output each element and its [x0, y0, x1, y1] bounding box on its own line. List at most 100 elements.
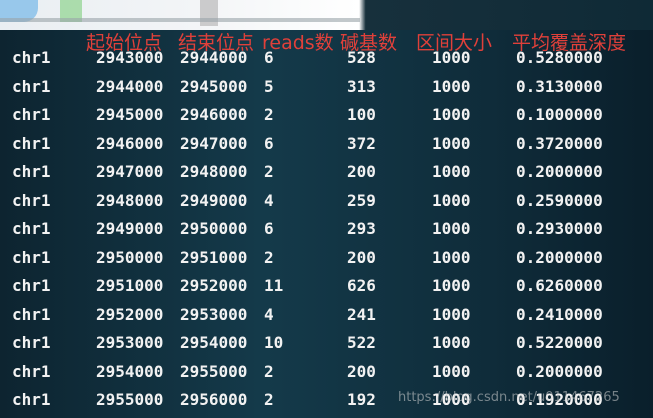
start-cell: 2949000	[96, 219, 164, 238]
start-cell: 2954000	[96, 361, 164, 381]
start-cell: 2946000	[96, 133, 164, 153]
end-cell: 2946000	[180, 105, 248, 124]
reads-cell: 5	[264, 76, 274, 96]
table-row: chr1 2948000 2949000 4 259 1000 0.2590000	[0, 187, 653, 215]
bases-cell: 372	[347, 133, 376, 153]
end-cell: 2950000	[180, 219, 248, 238]
coverage-cell: 0.2000000	[516, 361, 603, 381]
reads-cell: 2	[264, 162, 274, 181]
end-cell: 2948000	[180, 162, 248, 181]
bases-cell: 313	[347, 76, 376, 96]
bases-cell: 200	[347, 162, 376, 181]
coverage-cell: 0.5280000	[516, 48, 603, 67]
interval-cell: 1000	[432, 48, 471, 67]
reads-cell: 4	[264, 190, 274, 210]
table-row: chr1 2946000 2947000 6 372 1000 0.3720000	[0, 130, 653, 158]
interval-cell: 1000	[432, 304, 471, 324]
coverage-cell: 0.5220000	[516, 333, 603, 352]
bases-cell: 200	[347, 361, 376, 381]
table-row: chr1 2950000 2951000 2 200 1000 0.2000000	[0, 244, 653, 272]
interval-cell: 1000	[432, 333, 471, 352]
interval-cell: 1000	[432, 76, 471, 96]
end-cell: 2954000	[180, 333, 248, 352]
chrom-cell: chr1	[12, 48, 51, 67]
chrom-cell: chr1	[12, 304, 51, 324]
bases-cell: 192	[347, 390, 376, 409]
table-row: chr1 2943000 2944000 6 528 1000 0.5280000	[0, 44, 653, 72]
bases-cell: 293	[347, 219, 376, 238]
reads-cell: 2	[264, 105, 274, 124]
coverage-cell: 0.6260000	[516, 276, 603, 295]
interval-cell: 1000	[432, 105, 471, 124]
chrom-cell: chr1	[12, 133, 51, 153]
start-cell: 2955000	[96, 390, 164, 409]
table-row: chr1 2945000 2946000 2 100 1000 0.1000000	[0, 101, 653, 129]
coverage-cell: 0.1000000	[516, 105, 603, 124]
bases-cell: 626	[347, 276, 376, 295]
table-row: chr1 2954000 2955000 2 200 1000 0.2000000	[0, 358, 653, 386]
start-cell: 2952000	[96, 304, 164, 324]
bases-cell: 522	[347, 333, 376, 352]
start-cell: 2951000	[96, 276, 164, 295]
end-cell: 2952000	[180, 276, 248, 295]
coverage-cell: 0.2410000	[516, 304, 603, 324]
interval-cell: 1000	[432, 276, 471, 295]
reads-cell: 2	[264, 361, 274, 381]
start-cell: 2953000	[96, 333, 164, 352]
coverage-cell: 0.2000000	[516, 247, 603, 267]
chrom-cell: chr1	[12, 361, 51, 381]
bases-cell: 100	[347, 105, 376, 124]
interval-cell: 1000	[432, 361, 471, 381]
bases-cell: 200	[347, 247, 376, 267]
chrom-cell: chr1	[12, 219, 51, 238]
coverage-cell: 0.3720000	[516, 133, 603, 153]
interval-cell: 1000	[432, 133, 471, 153]
table-row: chr1 2951000 2952000 11 626 1000 0.6260000	[0, 272, 653, 300]
chrom-cell: chr1	[12, 333, 51, 352]
coverage-cell: 0.2590000	[516, 190, 603, 210]
coverage-cell: 0.2930000	[516, 219, 603, 238]
reads-cell: 11	[264, 276, 284, 295]
end-cell: 2947000	[180, 133, 248, 153]
start-cell: 2945000	[96, 105, 164, 124]
bases-cell: 259	[347, 190, 376, 210]
interval-cell: 1000	[432, 247, 471, 267]
table-row: chr1 2952000 2953000 4 241 1000 0.2410000	[0, 301, 653, 329]
table-row: chr1 2953000 2954000 10 522 1000 0.5220000	[0, 329, 653, 357]
start-cell: 2947000	[96, 162, 164, 181]
bases-cell: 241	[347, 304, 376, 324]
chrom-cell: chr1	[12, 162, 51, 181]
reads-cell: 6	[264, 48, 274, 67]
chrom-cell: chr1	[12, 76, 51, 96]
bases-cell: 528	[347, 48, 376, 67]
start-cell: 2943000	[96, 48, 164, 67]
table-row: chr1 2944000 2945000 5 313 1000 0.3130000	[0, 73, 653, 101]
reads-cell: 6	[264, 219, 274, 238]
chrom-cell: chr1	[12, 390, 51, 409]
chrom-cell: chr1	[12, 105, 51, 124]
interval-cell: 1000	[432, 219, 471, 238]
reads-cell: 2	[264, 247, 274, 267]
app-icon	[200, 0, 218, 26]
end-cell: 2953000	[180, 304, 248, 324]
table-row: chr1 2949000 2950000 6 293 1000 0.2930000	[0, 215, 653, 243]
end-cell: 2956000	[180, 390, 248, 409]
reads-cell: 10	[264, 333, 284, 352]
watermark: https://blog.csdn.net/u011467265	[398, 390, 620, 405]
end-cell: 2945000	[180, 76, 248, 96]
interval-cell: 1000	[432, 162, 471, 181]
divider	[0, 18, 360, 22]
interval-cell: 1000	[432, 190, 471, 210]
end-cell: 2944000	[180, 48, 248, 67]
reads-cell: 4	[264, 304, 274, 324]
end-cell: 2949000	[180, 190, 248, 210]
start-cell: 2950000	[96, 247, 164, 267]
start-cell: 2948000	[96, 190, 164, 210]
chrom-cell: chr1	[12, 276, 51, 295]
coverage-cell: 0.3130000	[516, 76, 603, 96]
end-cell: 2955000	[180, 361, 248, 381]
reads-cell: 6	[264, 133, 274, 153]
start-cell: 2944000	[96, 76, 164, 96]
chrom-cell: chr1	[12, 247, 51, 267]
coverage-cell: 0.2000000	[516, 162, 603, 181]
